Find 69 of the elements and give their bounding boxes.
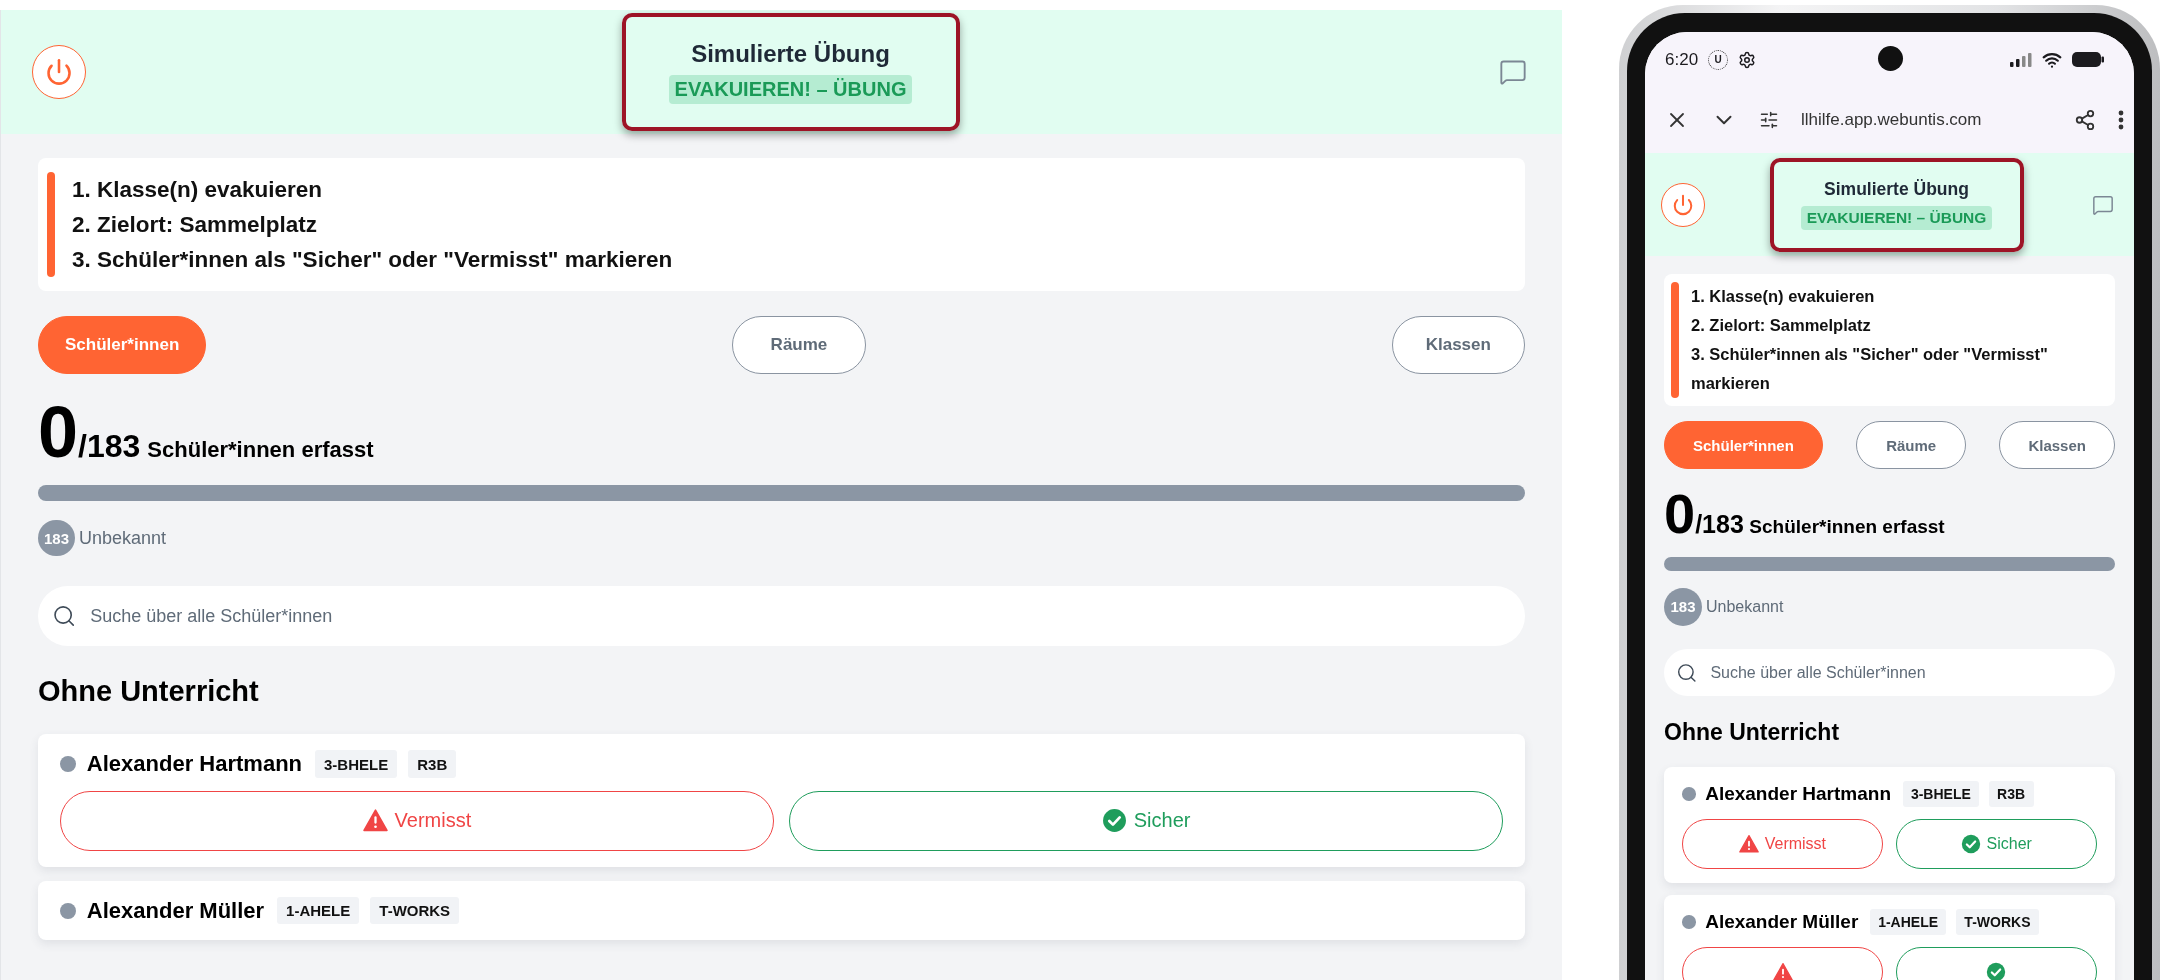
tab[interactable]: Schüler*innen bbox=[1664, 421, 1823, 469]
tab[interactable]: Räume bbox=[1855, 421, 1967, 469]
check-circle-icon bbox=[1101, 808, 1127, 834]
total-count: /183 bbox=[1695, 509, 1744, 539]
count-pill: 183 bbox=[38, 520, 76, 557]
instruction-step: 1. Klasse(n) evakuieren bbox=[71, 172, 673, 207]
warning-icon bbox=[1739, 833, 1760, 854]
class-tag: R3B bbox=[408, 750, 457, 778]
search-icon bbox=[51, 604, 76, 629]
instruction-step: 3. Schüler*innen als "Sicher" oder "Vermisst" markieren bbox=[71, 242, 673, 277]
safe-button[interactable]: Sicher bbox=[1895, 818, 2097, 869]
alert-badge: EVAKUIEREN! – ÜBUNG bbox=[668, 75, 913, 104]
warning-icon bbox=[362, 808, 388, 834]
captured-count: 0 bbox=[1664, 485, 1696, 542]
total-count: /183 bbox=[78, 427, 141, 465]
battery-icon bbox=[2072, 52, 2104, 67]
instruction-step: 2. Zielort: Sammelplatz bbox=[1690, 311, 2109, 340]
chat-icon bbox=[1498, 58, 1527, 86]
class-tag: 1-AHELE bbox=[277, 896, 360, 925]
menu-icon bbox=[2118, 110, 2124, 130]
status-time: 6:20 bbox=[1665, 49, 1699, 70]
count-pill: 183 bbox=[1664, 588, 1702, 626]
tab[interactable]: Schüler*innen bbox=[38, 316, 207, 374]
missing-button[interactable]: Vermisst bbox=[60, 790, 774, 851]
class-tag: R3B bbox=[1988, 781, 2034, 807]
search-field[interactable]: Suche über alle Schüler*innen bbox=[1664, 649, 2115, 697]
tab[interactable]: Klassen bbox=[1391, 316, 1525, 374]
share-button[interactable] bbox=[2074, 109, 2096, 131]
student-name: Alexander Müller bbox=[86, 897, 265, 924]
alert-title: Simulierte Übung bbox=[691, 40, 890, 68]
safe-button[interactable]: Sicher bbox=[789, 790, 1503, 851]
sliders-icon bbox=[1759, 110, 1779, 130]
legend-label: Unbekannt bbox=[79, 527, 167, 549]
site-settings-button[interactable] bbox=[1759, 110, 1779, 130]
student-name: Alexander Müller bbox=[1705, 910, 1859, 933]
power-button[interactable] bbox=[32, 45, 87, 99]
menu-button[interactable] bbox=[2118, 110, 2124, 130]
gear-icon bbox=[1738, 50, 1757, 69]
instruction-step: 1. Klasse(n) evakuieren bbox=[1690, 282, 2109, 311]
count-label: Schüler*innen erfasst bbox=[147, 436, 374, 463]
class-tag: T-WORKS bbox=[1955, 908, 2039, 935]
tab[interactable]: Räume bbox=[732, 316, 866, 374]
search-field[interactable]: Suche über alle Schüler*innen bbox=[38, 586, 1525, 647]
class-tag: 3-BHELE bbox=[315, 750, 398, 778]
share-icon bbox=[2074, 109, 2096, 131]
student-name: Alexander Hartmann bbox=[86, 751, 302, 778]
tab[interactable]: Klassen bbox=[1999, 421, 2115, 469]
search-icon bbox=[1676, 662, 1698, 684]
warning-icon bbox=[1772, 961, 1793, 980]
section-title: Ohne Unterricht bbox=[38, 675, 260, 709]
count-label: Schüler*innen erfasst bbox=[1749, 515, 1945, 538]
instruction-step: 2. Zielort: Sammelplatz bbox=[71, 207, 673, 242]
class-tag: 3-BHELE bbox=[1902, 781, 1980, 807]
alert-badge: EVAKUIEREN! – ÜBUNG bbox=[1800, 205, 1993, 230]
signal-icon bbox=[2010, 52, 2032, 67]
power-icon bbox=[45, 58, 74, 86]
section-title: Ohne Unterricht bbox=[1664, 719, 1841, 747]
captured-count: 0 bbox=[38, 395, 79, 468]
class-tag: T-WORKS bbox=[370, 896, 460, 925]
class-tag: 1-AHELE bbox=[1869, 908, 1947, 935]
missing-button[interactable]: Vermisst bbox=[1682, 818, 1884, 869]
chat-icon bbox=[2091, 193, 2114, 216]
instruction-step: 3. Schüler*innen als "Sicher" oder "Vermisst" markieren bbox=[1690, 340, 2109, 398]
alert-title: Simulierte Übung bbox=[1824, 179, 1969, 201]
student-name: Alexander Hartmann bbox=[1705, 783, 1891, 806]
url-text[interactable]: llhilfe.app.webuntis.com bbox=[1801, 110, 2052, 130]
power-icon bbox=[1672, 193, 1695, 216]
legend-label: Unbekannt bbox=[1706, 598, 1784, 616]
check-circle-icon bbox=[1960, 833, 1981, 854]
